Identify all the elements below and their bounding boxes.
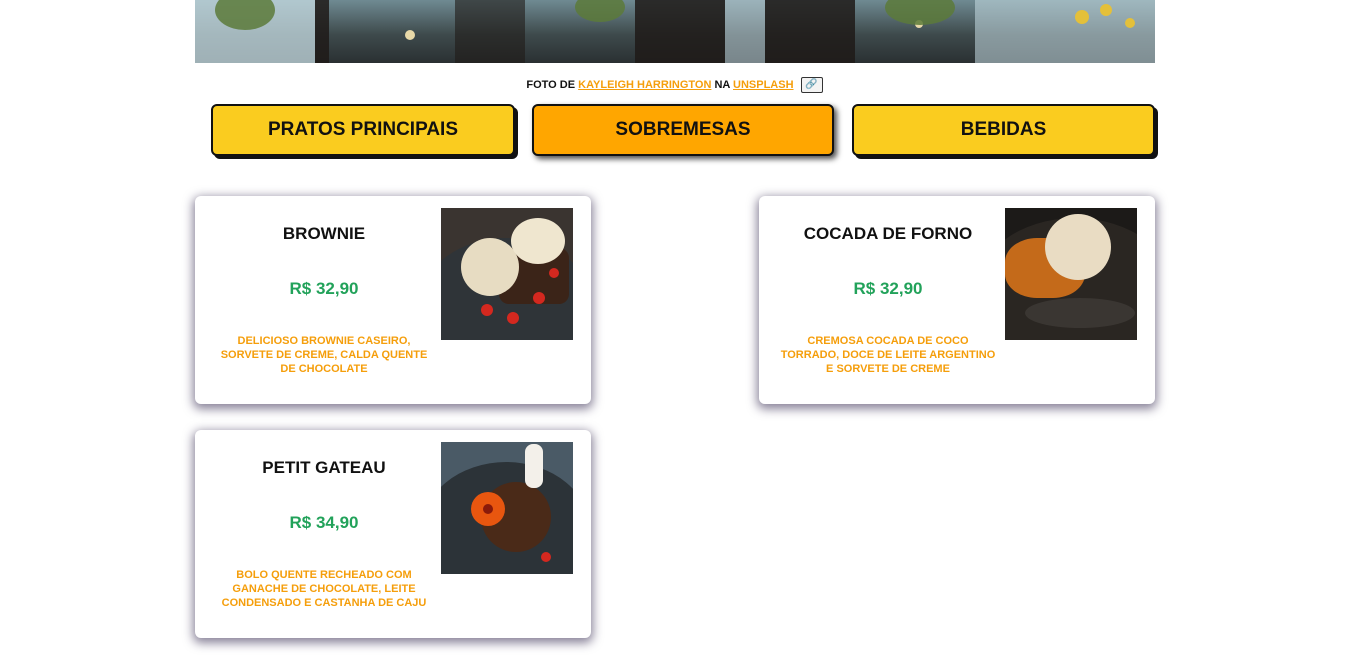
tab-bebidas[interactable]: BEBIDAS (852, 104, 1155, 156)
photo-credit: FOTO DE KAYLEIGH HARRINGTON NA UNSPLASH … (0, 77, 1349, 93)
item-price: R$ 32,90 (853, 279, 923, 298)
author-link[interactable]: KAYLEIGH HARRINGTON (578, 79, 711, 91)
item-name: BROWNIE (282, 224, 366, 243)
menu-item-card[interactable]: COCADA DE FORNO R$ 32,90 CREMOSA COCADA … (759, 196, 1155, 404)
menu-item-card[interactable]: BROWNIE R$ 32,90 DELICIOSO BROWNIE CASEI… (195, 196, 591, 404)
tab-sobremesas[interactable]: SOBREMESAS (532, 104, 834, 156)
item-name: PETIT GATEAU (262, 458, 386, 477)
unsplash-link[interactable]: UNSPLASH (733, 79, 794, 91)
item-name: COCADA DE FORNO (803, 224, 973, 243)
credit-middle: NA (714, 78, 730, 91)
link-icon[interactable]: 🔗 (800, 77, 823, 93)
item-description: BOLO QUENTE RECHEADO COM GANACHE DE CHOC… (221, 569, 427, 609)
item-price: R$ 34,90 (289, 513, 359, 532)
menu-item-card[interactable]: PETIT GATEAU R$ 34,90 BOLO QUENTE RECHEA… (195, 430, 591, 638)
item-photo (1005, 208, 1137, 340)
credit-prefix: FOTO DE (526, 78, 576, 91)
item-price: R$ 32,90 (289, 279, 359, 298)
item-description: CREMOSA COCADA DE COCO TORRADO, DOCE DE … (780, 335, 996, 375)
tab-pratos-principais[interactable]: PRATOS PRINCIPAIS (211, 104, 515, 156)
item-photo (441, 442, 573, 574)
item-description: DELICIOSO BROWNIE CASEIRO, SORVETE DE CR… (220, 335, 428, 375)
header-photo (195, 0, 1155, 63)
item-photo (441, 208, 573, 340)
